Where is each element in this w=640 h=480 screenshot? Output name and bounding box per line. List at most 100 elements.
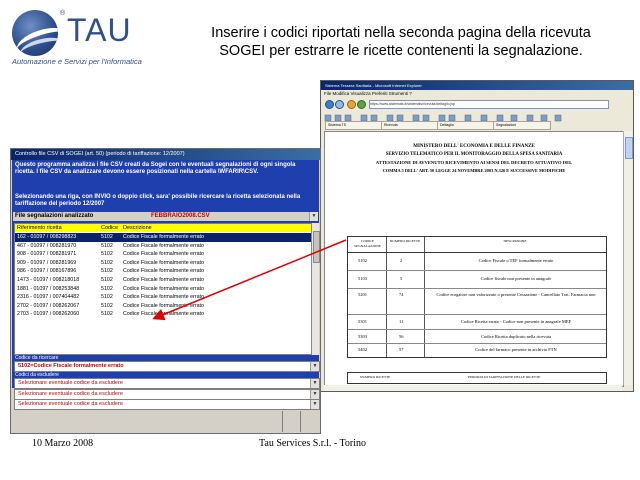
window-body: Questo programma analizza i file CSV cre…: [12, 160, 320, 389]
cell-code: 5102: [101, 268, 113, 275]
period-header-count: NUMERO RICETTE: [360, 375, 391, 379]
header-count: NUMERO RICETTE: [389, 239, 421, 243]
column-ref[interactable]: Riferimento ricetta: [17, 224, 62, 232]
cell-code: 5102: [101, 234, 113, 240]
logo-wordmark: TAU: [67, 12, 132, 48]
chevron-down-icon[interactable]: ▼: [310, 362, 319, 371]
cell-code: 5102: [101, 294, 113, 301]
cell-code: 5102: [101, 242, 113, 249]
table-row[interactable]: 908 - 01097 / 008281971 5102 Codice Fiscal…: [15, 250, 312, 259]
code-select[interactable]: 5102=Codice Fiscale formalmente errato ▼: [14, 361, 320, 372]
csv-check-window: Controllo file CSV di SOGEI (art. 50) (p…: [10, 148, 321, 434]
cell-code: 5102: [101, 259, 113, 266]
exclude-select-3[interactable]: Selezionare eventuale codice da escluder…: [14, 399, 320, 410]
cell-desc: Codice Fiscale formalmente errato: [123, 259, 204, 266]
table-row[interactable]: 467 - 01097 / 008281970 5102 Codice Fiscal…: [15, 242, 312, 251]
tab-2[interactable]: Ricevuta: [381, 121, 439, 130]
header-code: CODICE SEGNALAZIONE: [354, 239, 381, 248]
address-bar[interactable]: https://www.sistemats.it/sistemats/ricev…: [369, 100, 609, 109]
tab-3[interactable]: Dettaglio: [437, 121, 495, 130]
doc-comma: COMMA 5 DELL' ART. 50 LEGGE 24 NOVEMBRE …: [382, 168, 566, 173]
doc-service: SERVIZIO TELEMATICO PER IL MONITORAGGIO …: [385, 152, 563, 157]
table-row[interactable]: 2702 - 01097 / 008262067 5102 Codice Fisca…: [15, 302, 312, 311]
status-bar: [12, 411, 319, 432]
refresh-icon[interactable]: [347, 100, 356, 109]
cell-ref: 986 - 01097 / 008167896: [17, 268, 77, 275]
table-row[interactable]: 2316 - 01097 / 007404482 5102 Codice Fisca…: [15, 293, 312, 302]
cell-desc: Codice Fiscale formalmente errato: [123, 302, 204, 309]
cell-desc: Codice Fiscale formalmente errato: [123, 285, 204, 292]
file-selector[interactable]: File segnalazioni analizzato FEBBRAIO200…: [13, 212, 318, 221]
table-row[interactable]: 162 - 01097 / 008298823 5102 Codice Fiscal…: [15, 233, 312, 242]
table-row[interactable]: 1473 - 01097 / 008218018 5102 Codice Fisca…: [15, 276, 312, 285]
cell-ref: 1881 - 01097 / 008253848: [17, 285, 80, 292]
cell-code: 5102: [101, 251, 113, 258]
window-title: Controllo file CSV di SOGEI (art. 50) (p…: [11, 149, 320, 160]
forward-icon[interactable]: [335, 100, 344, 109]
logo-tagline: Automazione e Servizi per l'Informatica: [12, 57, 142, 66]
heading-line-2: SOGEI per estrarre le ricette contenenti…: [219, 43, 583, 59]
doc-attestation: ATTESTAZIONE DI AVVENUTO RICEVIMENTO AI …: [375, 160, 573, 165]
home-icon[interactable]: [357, 100, 366, 109]
browser-tabs: Sistema TS Ricevuta Dettaglio Segnalazio…: [321, 120, 633, 130]
period-table: NUMERO RICETTE PERIODO DI TARIFFAZIONE D…: [347, 372, 607, 384]
cell-desc: Codice Fiscale formalmente errato: [123, 268, 204, 275]
signals-grid[interactable]: Riferimento ricetta Codice Descrizione 1…: [14, 223, 313, 355]
heading-line-1: Inserire i codici riportati nella second…: [211, 25, 591, 41]
browser-title: Sistema Tessera Sanitaria - Microsoft In…: [325, 83, 422, 88]
file-label: File segnalazioni analizzato: [15, 213, 94, 219]
table-row: 5102 2 Codice Fiscale o TEF formalmente …: [348, 253, 606, 271]
table-row[interactable]: 986 - 01097 / 008167896 5102 Codice Fiscal…: [15, 267, 312, 276]
cell-desc: Codice Fiscale formalmente errato: [123, 234, 204, 240]
period-header-period: PERIODO DI TARIFFAZIONE DELLE RICETTE: [468, 375, 541, 379]
slide-heading: Inserire i codici riportati nella second…: [166, 24, 636, 60]
browser-toolbar: [321, 110, 633, 122]
cell-ref: 2316 - 01097 / 007404482: [17, 294, 80, 301]
cell-ref: 1473 - 01097 / 008218018: [17, 277, 80, 283]
cell-ref: 909 - 01097 / 008281969: [17, 259, 77, 266]
column-desc[interactable]: Descrizione: [123, 224, 152, 232]
browser-menubar[interactable]: File Modifica Visualizza Preferiti Strum…: [321, 90, 633, 97]
chevron-down-icon[interactable]: ▼: [309, 212, 318, 221]
cell-desc: Codice Fiscale formalmente errato: [123, 311, 204, 318]
table-row[interactable]: 1881 - 01097 / 008253848 5102 Codice Fisca…: [15, 285, 312, 294]
cell-ref: 162 - 01097 / 008298823: [17, 234, 77, 240]
program-description: Questo programma analizza i file CSV cre…: [15, 162, 296, 175]
cell-ref: 908 - 01097 / 008281971: [17, 251, 77, 258]
exclude-select-1[interactable]: Selezionare eventuale codice da escluder…: [14, 378, 320, 389]
grid-scrollbar[interactable]: [311, 223, 320, 355]
logo-registered-mark: ®: [60, 10, 66, 17]
browser-vertical-scrollbar[interactable]: [623, 131, 633, 385]
tab-1[interactable]: Sistema TS: [325, 121, 383, 130]
table-row: 5303 56 Codice Ricetta duplicato nella r…: [348, 330, 606, 344]
browser-titlebar: Sistema Tessera Sanitaria - Microsoft In…: [321, 81, 633, 90]
table-row[interactable]: 909 - 01097 / 008281969 5102 Codice Fiscal…: [15, 259, 312, 268]
cell-ref: 2703 - 01097 / 008262060: [17, 311, 80, 318]
tab-4[interactable]: Segnalazioni: [493, 121, 551, 130]
table-row: 5402 57 Codice del farmaco presente in a…: [358, 347, 557, 352]
back-icon[interactable]: [325, 100, 334, 109]
column-code[interactable]: Codice: [101, 224, 118, 232]
cell-code: 5102: [101, 285, 113, 292]
grid-header: Riferimento ricetta Codice Descrizione: [15, 224, 312, 232]
footer-company: Tau Services S.r.l. - Torino: [259, 438, 367, 449]
code-select-value: 5102=Codice Fiscale formalmente errato: [18, 363, 124, 369]
table-row: 5103 5 Codice fiscale non presente in an…: [348, 271, 606, 289]
tau-logo-icon: [12, 10, 58, 56]
selection-hint: Selezionando una riga, con INVIO o doppi…: [15, 194, 301, 207]
file-value: FEBBRAIO2008.CSV: [151, 213, 210, 219]
cell-desc: Codice Fiscale formalmente errato: [123, 294, 204, 301]
chevron-down-icon[interactable]: ▼: [310, 400, 319, 409]
cell-desc: Codice Fiscale formalmente errato: [123, 251, 204, 258]
cell-ref: 2702 - 01097 / 008262067: [17, 302, 80, 309]
header-desc: DESCRIZIONE: [503, 239, 527, 243]
browser-horizontal-scrollbar[interactable]: [324, 385, 622, 391]
cell-code: 5102: [101, 302, 113, 309]
cell-desc: Codice Fiscale formalmente errato: [123, 277, 204, 283]
table-row[interactable]: 2703 - 01097 / 008262060 5102 Codice Fisca…: [15, 310, 312, 319]
chevron-down-icon[interactable]: ▼: [310, 379, 319, 388]
footer-date: 10 Marzo 2008: [32, 438, 94, 449]
doc-ministry: MINISTERO DELL' ECONOMIA E DELLE FINANZE: [413, 144, 535, 149]
table-row: 5201 74 Codice erogatore non valorizzato…: [348, 289, 606, 315]
chevron-down-icon[interactable]: ▼: [310, 390, 319, 399]
